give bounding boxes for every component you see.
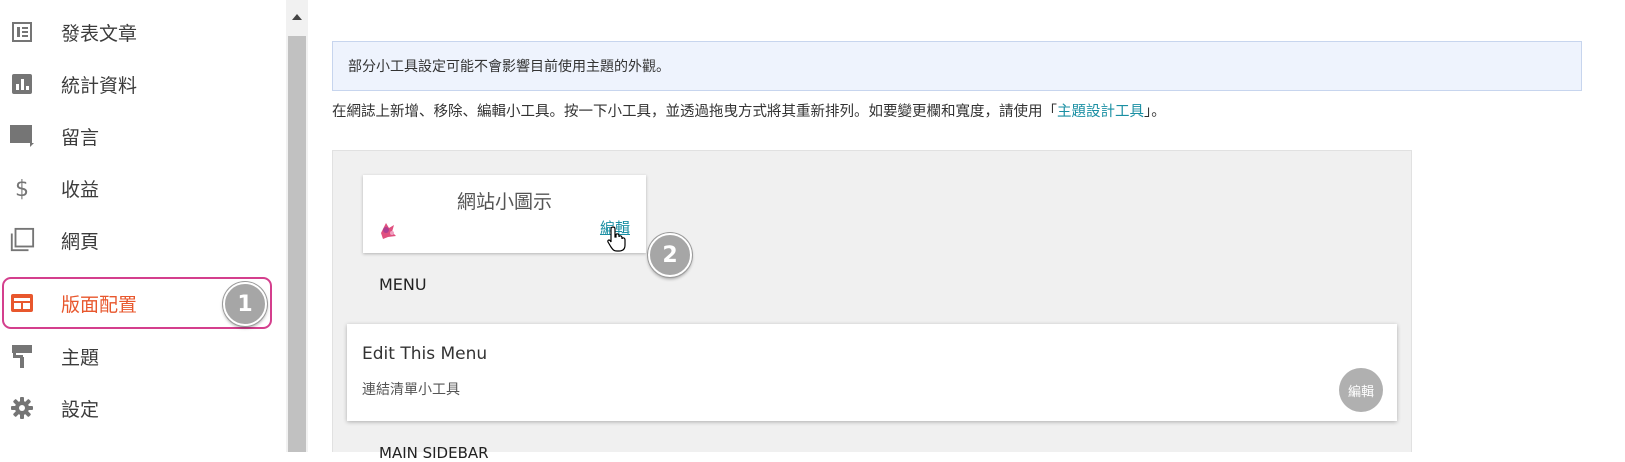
sidebar-item-theme[interactable]: 主題	[0, 331, 270, 381]
favicon-widget-title: 網站小圖示	[456, 191, 552, 213]
menu-widget-title: Edit This Menu	[362, 344, 488, 364]
sidebar: 發表文章 統計資料 留言 $ 收益 網頁 版面配置 1 主題 設定	[0, 0, 280, 452]
favicon-image	[377, 219, 399, 241]
sidebar-item-label: 設定	[61, 398, 100, 421]
sidebar-item-label: 留言	[61, 126, 100, 149]
menu-widget-subtitle: 連結清單小工具	[362, 382, 460, 398]
sidebar-item-label: 發表文章	[61, 22, 138, 45]
menu-section-label: MENU	[379, 275, 427, 294]
menu-widget-edit-button[interactable]: 編輯	[1339, 368, 1383, 412]
favicon-widget[interactable]: 網站小圖示 編輯	[363, 175, 646, 253]
scrollbar-thumb[interactable]	[288, 36, 306, 452]
theme-icon	[9, 343, 35, 369]
sidebar-scrollbar[interactable]	[286, 0, 308, 452]
sidebar-item-settings[interactable]: 設定	[0, 383, 270, 433]
intro-text-after: 」。	[1144, 104, 1166, 120]
theme-designer-link[interactable]: 主題設計工具	[1057, 104, 1144, 120]
menu-widget[interactable]: Edit This Menu 連結清單小工具 編輯	[347, 324, 1397, 421]
step-badge-2: 2	[648, 233, 692, 277]
sidebar-item-label: 收益	[61, 178, 100, 201]
sidebar-item-earnings[interactable]: $ 收益	[0, 163, 270, 213]
sidebar-item-comments[interactable]: 留言	[0, 111, 270, 161]
comments-icon	[9, 123, 35, 149]
sidebar-item-label: 統計資料	[61, 74, 138, 97]
hand-pointer-cursor-icon	[606, 225, 628, 257]
svg-text:$: $	[15, 177, 29, 201]
sidebar-item-pages[interactable]: 網頁	[0, 215, 270, 265]
intro-text-before: 在網誌上新增、移除、編輯小工具。按一下小工具，並透過拖曳方式將其重新排列。如要變…	[332, 104, 1057, 120]
pages-icon	[9, 227, 35, 253]
posts-icon	[9, 19, 35, 45]
sidebar-item-posts[interactable]: 發表文章	[0, 7, 270, 57]
settings-icon	[9, 395, 35, 421]
main-sidebar-section-label: MAIN SIDEBAR	[379, 444, 489, 462]
intro-text: 在網誌上新增、移除、編輯小工具。按一下小工具，並透過拖曳方式將其重新排列。如要變…	[332, 100, 1166, 121]
stats-icon	[9, 71, 35, 97]
step-badge-1: 1	[223, 282, 267, 326]
theme-notice: 部分小工具設定可能不會影響目前使用主題的外觀。	[332, 41, 1582, 91]
notice-text: 部分小工具設定可能不會影響目前使用主題的外觀。	[348, 59, 670, 75]
sidebar-item-stats[interactable]: 統計資料	[0, 59, 270, 109]
sidebar-item-label: 主題	[61, 346, 100, 369]
scroll-up-arrow-icon[interactable]	[286, 8, 308, 26]
sidebar-item-label: 網頁	[61, 230, 100, 253]
earnings-icon: $	[9, 175, 35, 201]
